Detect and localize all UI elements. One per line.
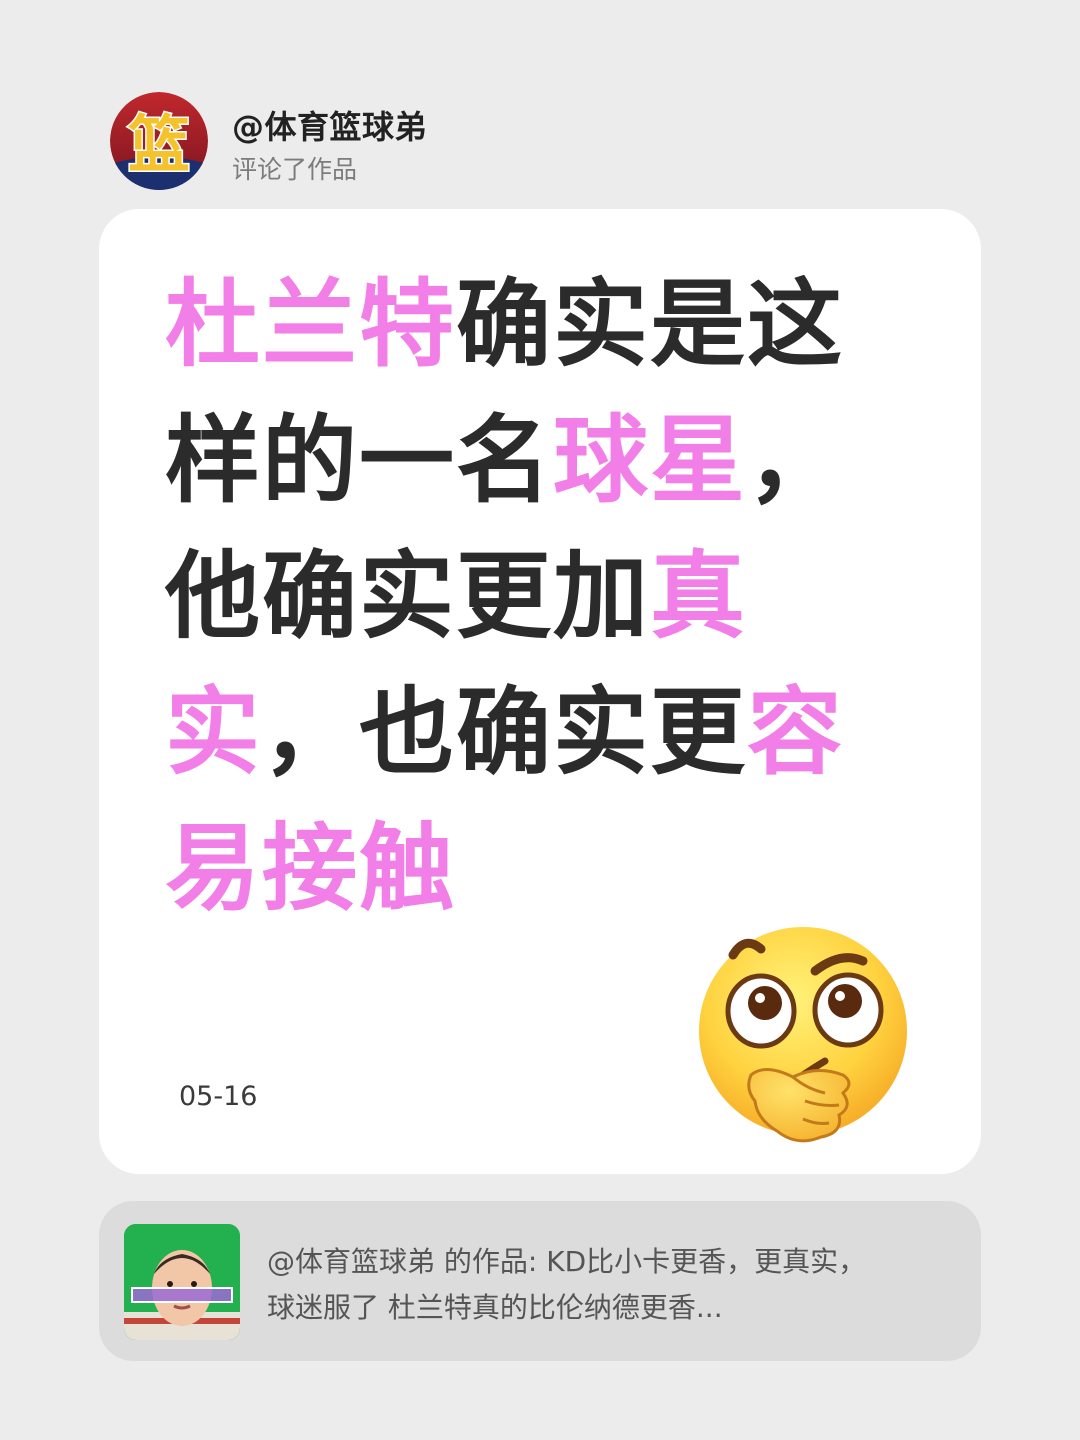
work-description-line: @体育篮球弟 的作品: KD比小卡更香，更真实， [267, 1245, 867, 1278]
comment-card: 杜兰特确实是这 样的一名球星， 他确实更加真 实，也确实更容 易接触 05-16 [99, 209, 981, 1174]
comment-text-segment: 样的一名 [165, 406, 554, 516]
comment-text-segment: ，也确实更 [262, 678, 748, 788]
user-action-label: 评论了作品 [232, 155, 358, 184]
comment-date: 05-16 [179, 1081, 258, 1112]
comment-text-segment: 确实是这 [456, 270, 845, 380]
user-avatar[interactable]: 篮 [110, 92, 208, 190]
comment-text-segment: ， [747, 406, 845, 516]
comment-line: 实，也确实更容 [165, 665, 865, 801]
work-thumbnail[interactable] [124, 1224, 240, 1340]
comment-line: 杜兰特确实是这 [165, 257, 865, 393]
comment-line: 他确实更加真 [165, 529, 865, 665]
highlighted-text: 球星 [553, 406, 748, 516]
highlighted-text: 容 [747, 678, 845, 788]
work-description-line: 球迷服了 杜兰特真的比伦纳德更香... [267, 1291, 723, 1324]
highlighted-text: 真 [650, 542, 748, 652]
comment-text-segment: 他确实更加 [165, 542, 651, 652]
user-name[interactable]: @体育篮球弟 [232, 102, 427, 148]
work-description[interactable]: @体育篮球弟 的作品: KD比小卡更香，更真实， 球迷服了 杜兰特真的比伦纳德更… [267, 1239, 947, 1331]
highlighted-text: 易接触 [165, 814, 457, 924]
highlighted-text: 杜兰特 [165, 270, 457, 380]
comment-header: 篮 @体育篮球弟 评论了作品 [110, 88, 810, 190]
highlighted-text: 实 [165, 678, 263, 788]
avatar-logo-icon: 篮 [110, 92, 208, 190]
quoted-work-card[interactable]: @体育篮球弟 的作品: KD比小卡更香，更真实， 球迷服了 杜兰特真的比伦纳德更… [99, 1201, 981, 1361]
svg-text:篮: 篮 [128, 108, 190, 181]
comment-text: 杜兰特确实是这 样的一名球星， 他确实更加真 实，也确实更容 易接触 [165, 257, 865, 937]
comment-line: 易接触 [165, 801, 865, 937]
comment-line: 样的一名球星， [165, 393, 865, 529]
thinking-face-icon [693, 925, 913, 1155]
